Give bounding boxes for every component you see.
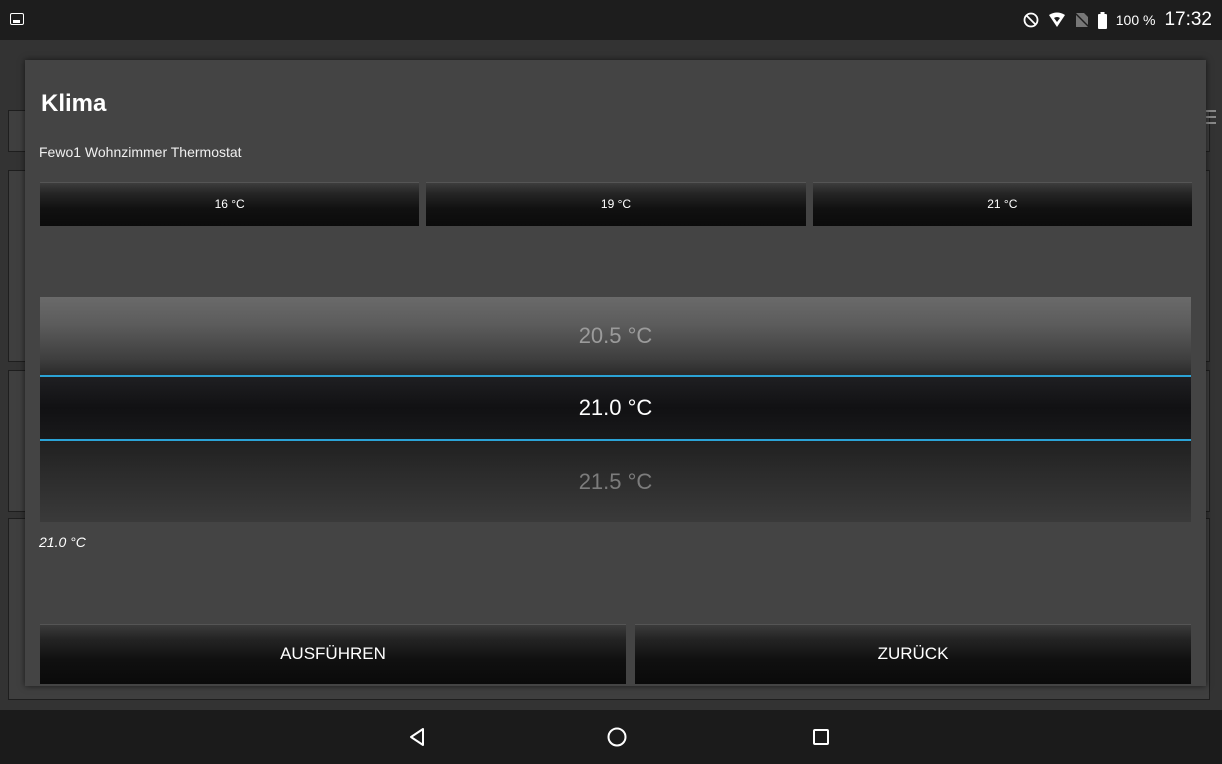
selected-value-readout: 21.0 °C: [39, 534, 86, 550]
gallery-icon: [10, 13, 24, 25]
back-icon[interactable]: [402, 722, 432, 752]
dialog-title: Klima: [41, 90, 107, 117]
device-name: Fewo1 Wohnzimmer Thermostat: [39, 144, 242, 160]
temperature-picker[interactable]: 20.5 °C 21.0 °C 21.5 °C: [40, 297, 1191, 522]
overflow-menu-icon: [1206, 110, 1216, 128]
picker-previous-value[interactable]: 20.5 °C: [40, 297, 1191, 375]
recents-icon[interactable]: [806, 722, 836, 752]
climate-dialog: Klima Fewo1 Wohnzimmer Thermostat 16 °C …: [25, 60, 1206, 686]
status-bar: 100 % 17:32: [0, 0, 1222, 40]
preset-21-button[interactable]: 21 °C: [812, 182, 1192, 226]
battery-percent: 100 %: [1115, 12, 1156, 28]
wifi-icon: [1048, 12, 1066, 28]
back-button[interactable]: ZURÜCK: [635, 624, 1191, 684]
preset-19-button[interactable]: 19 °C: [426, 182, 806, 226]
preset-16-button[interactable]: 16 °C: [40, 182, 420, 226]
picker-next-value[interactable]: 21.5 °C: [40, 441, 1191, 522]
do-not-disturb-icon: [1023, 12, 1039, 28]
dialog-actions: AUSFÜHREN ZURÜCK: [40, 624, 1191, 684]
no-sim-icon: [1074, 12, 1089, 28]
battery-icon: [1097, 11, 1107, 29]
preset-buttons: 16 °C 19 °C 21 °C: [40, 182, 1192, 226]
home-icon[interactable]: [602, 722, 632, 752]
navigation-bar: [0, 710, 1222, 764]
picker-selected-value[interactable]: 21.0 °C: [40, 375, 1191, 441]
clock: 17:32: [1164, 9, 1212, 30]
status-icons: 100 % 17:32: [1023, 0, 1212, 40]
execute-button[interactable]: AUSFÜHREN: [40, 624, 626, 684]
